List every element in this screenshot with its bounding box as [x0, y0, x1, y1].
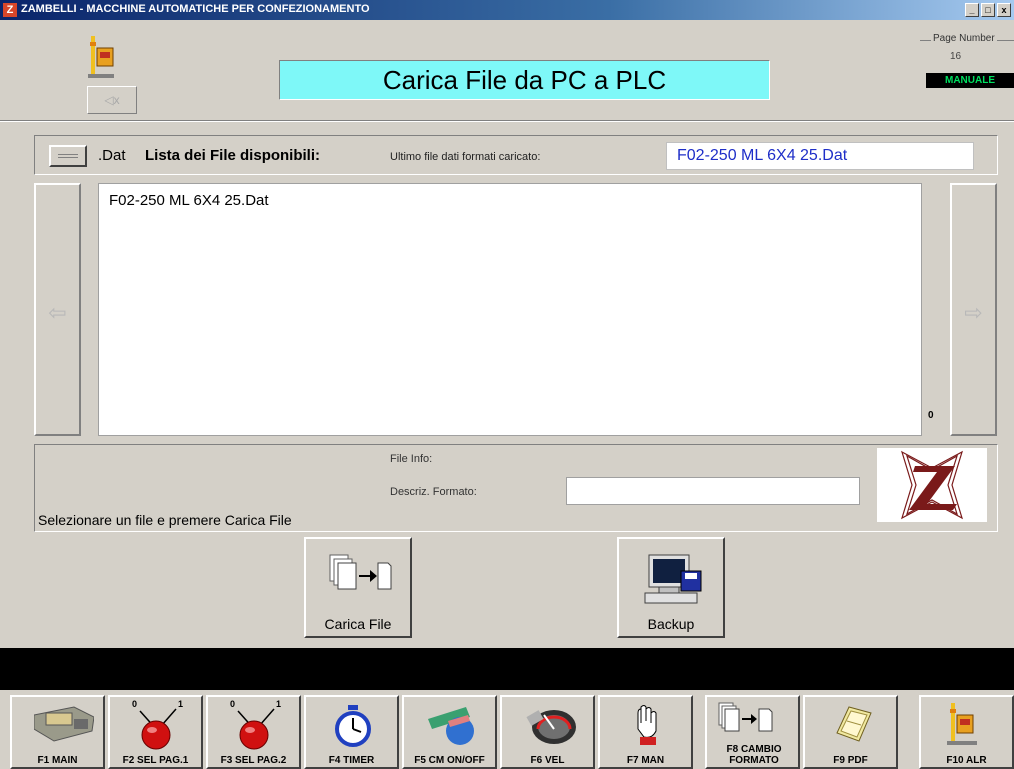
scroll-left-button[interactable]: ⇦ [34, 183, 81, 436]
machine-icon [34, 706, 94, 742]
f7-man-button[interactable]: F7 MAN [598, 695, 693, 769]
f10-alr-button[interactable]: F10 ALR [919, 695, 1014, 769]
f6-vel-button[interactable]: F6 VEL [500, 695, 595, 769]
stopwatch-icon [335, 705, 371, 747]
selector-switch-icon [237, 708, 275, 750]
description-label: Descriz. Formato: [390, 486, 477, 498]
f6-label: F6 VEL [530, 755, 565, 766]
f4-label: F4 TIMER [328, 755, 375, 766]
header-divider [0, 120, 1014, 122]
backup-label: Backup [647, 616, 695, 632]
mode-badge: MANUALE [926, 73, 1014, 88]
last-loaded-label: Ultimo file dati formati caricato: [390, 151, 541, 163]
load-file-label: Carica File [324, 616, 392, 632]
f2-label: F2 SEL PAG.1 [122, 755, 189, 766]
f10-label: F10 ALR [946, 755, 987, 766]
hand-icon [637, 705, 657, 745]
file-extension-label: .Dat [98, 147, 126, 164]
computer-backup-icon [644, 554, 702, 604]
scroll-right-button[interactable]: ⇨ [950, 183, 997, 436]
format-change-icon [718, 702, 773, 732]
hint-text: Selezionare un file e premere Carica Fil… [38, 512, 292, 528]
mute-button[interactable]: ◁x [87, 86, 137, 114]
file-count: 0 [928, 410, 934, 421]
f4-timer-button[interactable]: F4 TIMER [304, 695, 399, 769]
speedometer-icon [526, 710, 576, 744]
list-item[interactable]: F02-250 ML 6X4 25.Dat [109, 192, 269, 209]
minimize-button[interactable]: _ [965, 3, 979, 17]
arrow-left-icon: ⇦ [48, 300, 67, 325]
function-key-bar: F1 MAIN 0 1 F2 SEL PAG.1 0 1 F3 SEL PAG.… [0, 693, 1014, 769]
arrow-right-icon: ⇨ [964, 300, 983, 325]
file-transfer-icon [329, 554, 392, 590]
file-list[interactable]: F02-250 ML 6X4 25.Dat [98, 183, 922, 436]
page-number-value: 16 [950, 51, 962, 62]
f7-label: F7 MAN [626, 755, 665, 766]
file-type-button[interactable] [49, 145, 87, 167]
window-title-bar: Z ZAMBELLI - MACCHINE AUTOMATICHE PER CO… [0, 0, 1014, 20]
f1-label: F1 MAIN [37, 755, 78, 766]
f2-sel-pag1-button[interactable]: 0 1 F2 SEL PAG.1 [108, 695, 203, 769]
f1-main-button[interactable]: F1 MAIN [10, 695, 105, 769]
description-field[interactable] [566, 477, 860, 505]
cm-toggle-icon [428, 707, 474, 745]
f5-label: F5 CM ON/OFF [414, 755, 485, 766]
backup-button[interactable]: Backup [617, 537, 725, 638]
file-list-title: Lista dei File disponibili: [145, 147, 321, 164]
f8-label: F8 CAMBIO FORMATO [726, 744, 782, 766]
load-file-button[interactable]: Carica File [304, 537, 412, 638]
f3-label: F3 SEL PAG.2 [220, 755, 287, 766]
page-title: Carica File da PC a PLC [279, 60, 770, 100]
file-info-label: File Info: [390, 453, 433, 465]
alarm-icon [947, 703, 977, 745]
f3-sel-pag2-button[interactable]: 0 1 F3 SEL PAG.2 [206, 695, 301, 769]
zambelli-app-icon: Z [3, 3, 17, 17]
selector-switch-icon [139, 708, 177, 750]
f5-cm-onoff-button[interactable]: F5 CM ON/OFF [402, 695, 497, 769]
window-title: ZAMBELLI - MACCHINE AUTOMATICHE PER CONF… [21, 3, 370, 15]
pdf-document-icon [836, 706, 872, 742]
message-bar [0, 648, 1014, 690]
alarm-tower-icon [88, 36, 114, 78]
close-button[interactable]: x [997, 3, 1011, 17]
f9-pdf-button[interactable]: F9 PDF [803, 695, 898, 769]
page-number-box [920, 40, 1014, 72]
maximize-button[interactable]: □ [981, 3, 995, 17]
f8-cambio-formato-button[interactable]: F8 CAMBIO FORMATO [705, 695, 800, 769]
page-number-label: Page Number [931, 33, 997, 44]
last-loaded-value: F02-250 ML 6X4 25.Dat [666, 142, 974, 170]
f9-label: F9 PDF [833, 755, 868, 766]
zambelli-logo [877, 448, 987, 522]
